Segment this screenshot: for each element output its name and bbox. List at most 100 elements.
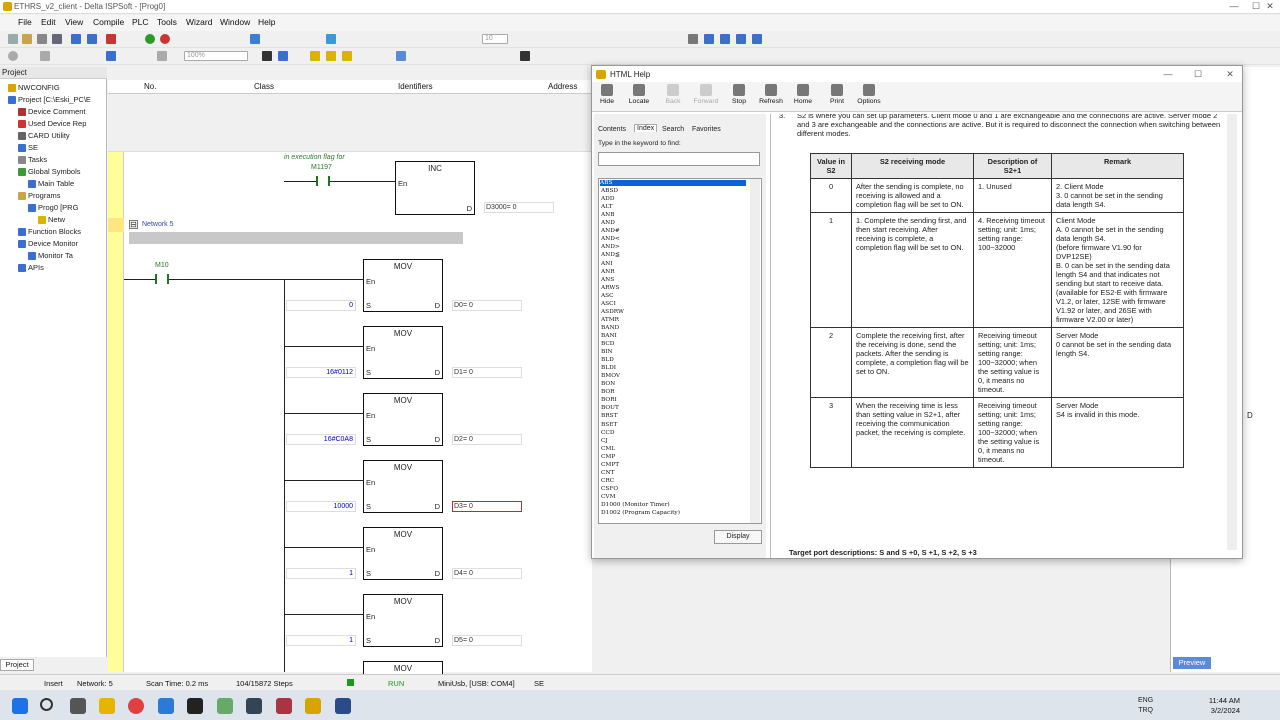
monitor-icon[interactable]	[326, 34, 336, 44]
explorer-icon[interactable]	[99, 698, 115, 714]
function-icon[interactable]	[310, 51, 320, 61]
step-input[interactable]: 10	[482, 34, 508, 44]
keyword-item[interactable]: CMPT	[601, 462, 619, 468]
keyword-input[interactable]	[598, 152, 760, 166]
keyword-item[interactable]: D1000 (Monitor Timer)	[601, 502, 670, 508]
keyword-item[interactable]: BOR	[601, 389, 615, 395]
contact-m1197[interactable]	[316, 176, 330, 186]
keyword-item[interactable]: AND#	[601, 228, 620, 234]
preview-tab[interactable]: Preview	[1173, 657, 1211, 669]
run-icon[interactable]	[145, 34, 155, 44]
help-options-button[interactable]: Options	[854, 84, 884, 105]
save-icon[interactable]	[37, 34, 47, 44]
keyword-item[interactable]: AND<	[601, 236, 620, 242]
keyword-item[interactable]: BCD	[601, 341, 614, 347]
ladder-editor[interactable]	[108, 152, 592, 672]
keyword-item[interactable]: CMP	[601, 454, 615, 460]
keyword-item[interactable]: BAND	[601, 325, 619, 331]
help-home-button[interactable]: Home	[788, 84, 818, 105]
keyword-item[interactable]: CCD	[601, 430, 615, 436]
keyword-item[interactable]: CRC	[601, 478, 614, 484]
window-icon[interactable]	[71, 34, 81, 44]
clock[interactable]: 11:44 AM 3/2/2024	[1209, 696, 1240, 716]
mov-source-value[interactable]: 1	[286, 635, 356, 646]
keyword-item[interactable]: CNT	[601, 470, 614, 476]
keyword-item[interactable]: ANB	[601, 212, 615, 218]
keyword-item[interactable]: ALT	[601, 204, 612, 210]
menu-plc[interactable]: PLC	[132, 17, 149, 27]
keyword-item[interactable]: D1002 (Program Capacity)	[601, 510, 680, 516]
mov-block[interactable]: MOV En S D	[363, 259, 443, 312]
project-tree-item[interactable]: Netw	[38, 215, 65, 224]
menu-compile[interactable]: Compile	[93, 17, 124, 27]
print-icon[interactable]	[52, 34, 62, 44]
mov-output-value[interactable]: D5= 0	[452, 635, 522, 646]
app-icon-red[interactable]	[276, 698, 292, 714]
keyword-item[interactable]: ABS	[600, 180, 746, 186]
inc-block[interactable]: INC En D	[395, 161, 475, 215]
new-icon[interactable]	[8, 34, 18, 44]
keyword-item[interactable]: BRST	[601, 413, 617, 419]
tool-icon-b[interactable]	[704, 34, 714, 44]
coil-icon[interactable]	[278, 51, 288, 61]
keyword-item[interactable]: CVM	[601, 494, 616, 500]
mov-source-value[interactable]: 16#C0A8	[286, 434, 356, 445]
mov-output-value[interactable]: D2= 0	[452, 434, 522, 445]
collapse-icon[interactable]: ⊟	[129, 220, 138, 229]
tab-index[interactable]: Index	[634, 124, 658, 132]
app-icon-dark[interactable]	[187, 698, 203, 714]
keyword-item[interactable]: ASCI	[601, 301, 616, 307]
menu-edit[interactable]: Edit	[41, 17, 56, 27]
tool-icon-d[interactable]	[736, 34, 746, 44]
layout-icon[interactable]	[87, 34, 97, 44]
help-maximize-button[interactable]: ☐	[1186, 69, 1210, 80]
display-button[interactable]: Display	[714, 530, 762, 544]
col-no[interactable]: No.	[144, 82, 156, 91]
calculator-icon[interactable]	[335, 698, 351, 714]
crosshair-icon[interactable]	[520, 51, 530, 61]
keyword-item[interactable]: CJ	[601, 438, 608, 444]
app-icon-green[interactable]	[217, 698, 233, 714]
keyword-item[interactable]: ARWS	[601, 285, 619, 291]
mov-block[interactable]: MOV En S D	[363, 594, 443, 647]
tool-icon-c[interactable]	[720, 34, 730, 44]
mov-source-value[interactable]: 1	[286, 568, 356, 579]
zoom-out-icon[interactable]	[157, 51, 167, 61]
chrome-icon[interactable]	[128, 698, 144, 714]
keyword-item[interactable]: BMOV	[601, 373, 620, 379]
project-tree-item[interactable]: Device Comment	[18, 107, 86, 116]
mov-output-value[interactable]: D1= 0	[452, 367, 522, 378]
project-tree-item[interactable]: Main Table	[28, 179, 74, 188]
help-content[interactable]: 3. S2 is where you can set up parameters…	[770, 114, 1240, 558]
project-tree-item[interactable]: Tasks	[18, 155, 47, 164]
keyword-item[interactable]: AND>	[601, 244, 620, 250]
tool-icon-a[interactable]	[688, 34, 698, 44]
keyword-item[interactable]: BON	[601, 381, 615, 387]
mov-block[interactable]: MOV En S D	[363, 326, 443, 379]
mov-output-value[interactable]: D0= 0	[452, 300, 522, 311]
col-class[interactable]: Class	[254, 82, 274, 91]
keyword-item[interactable]: CSFO	[601, 486, 618, 492]
zoom-select[interactable]: 100%	[184, 51, 248, 61]
ispsoft-icon[interactable]	[305, 698, 321, 714]
keyword-item[interactable]: BSET	[601, 422, 617, 428]
language-indicator[interactable]: ENG TRQ	[1138, 696, 1153, 716]
start-icon[interactable]	[12, 698, 28, 714]
network-icon[interactable]	[326, 51, 336, 61]
app-icon-blue[interactable]	[158, 698, 174, 714]
mov-block[interactable]: MOV En S D	[363, 460, 443, 513]
help-refresh-button[interactable]: Refresh	[756, 84, 786, 105]
mov-block[interactable]: MOV En S D	[363, 393, 443, 446]
mov-output-value[interactable]: D3= 0	[452, 501, 522, 512]
mov-source-value[interactable]: 16#0112	[286, 367, 356, 378]
project-tree-item[interactable]: SE	[18, 143, 38, 152]
task-view-icon[interactable]	[70, 698, 86, 714]
inc-output[interactable]: D3000= 0	[484, 202, 554, 213]
project-tree-item[interactable]: Programs	[18, 191, 61, 200]
mov-output-value[interactable]: D4= 0	[452, 568, 522, 579]
menu-wizard[interactable]: Wizard	[186, 17, 212, 27]
tab-favorites[interactable]: Favorites	[692, 126, 721, 133]
help-print-button[interactable]: Print	[822, 84, 852, 105]
keyword-item[interactable]: ASDRW	[601, 309, 624, 315]
keyword-item[interactable]: ABSD	[601, 188, 618, 194]
